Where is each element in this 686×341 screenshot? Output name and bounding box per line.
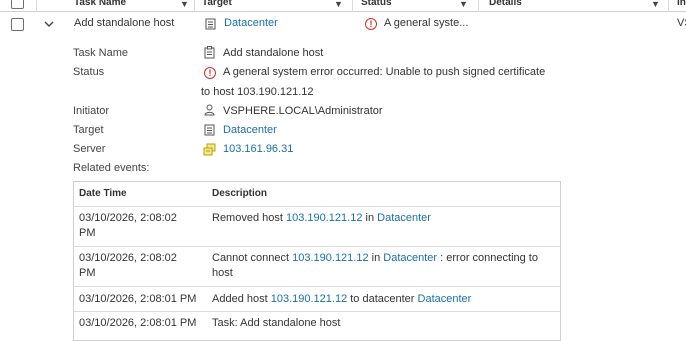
event-date: 03/10/2026, 2:08:01 PM xyxy=(79,317,197,329)
detail-label-initiator: Initiator xyxy=(73,105,110,117)
column-header-status[interactable]: Status xyxy=(361,0,392,8)
row-task-name: Add standalone host xyxy=(74,17,175,29)
column-separator xyxy=(668,0,669,12)
event-date: 03/10/2026, 2:08:02 PM xyxy=(79,212,177,239)
chevron-down-icon[interactable] xyxy=(44,21,54,28)
row-target-link[interactable]: Datacenter xyxy=(224,17,278,29)
detail-label-server: Server xyxy=(73,143,106,155)
event-datacenter-link[interactable]: Datacenter xyxy=(418,293,472,305)
event-description: Added host 103.190.121.12 to datacenter … xyxy=(212,293,472,305)
task-row[interactable]: Add standalone host Datacenter ! A gener… xyxy=(0,13,686,37)
column-separator xyxy=(352,0,353,12)
datacenter-icon xyxy=(204,124,215,136)
detail-target-link[interactable]: Datacenter xyxy=(223,124,277,136)
events-header-date[interactable]: Date Time xyxy=(79,188,127,199)
task-icon xyxy=(204,46,215,59)
detail-server-link[interactable]: 103.161.96.31 xyxy=(223,143,293,155)
detail-value-status-line2: to host 103.190.121.12 xyxy=(201,86,314,98)
detail-label-status: Status xyxy=(73,66,105,78)
column-separator xyxy=(194,0,195,12)
event-datacenter-link[interactable]: Datacenter xyxy=(383,252,437,264)
filter-icon[interactable]: ▼ xyxy=(459,0,468,9)
event-description: Task: Add standalone host xyxy=(212,317,341,329)
row-checkbox[interactable] xyxy=(11,18,24,31)
detail-value-task-name: Add standalone host xyxy=(223,47,324,59)
event-description: Removed host 103.190.121.12 in Datacente… xyxy=(212,212,431,224)
event-date: 03/10/2026, 2:08:02 PM xyxy=(79,252,177,279)
task-list-header: Task Name ▼ Target ▼ Status ▼ Details ▼ … xyxy=(0,0,686,12)
event-description: Cannot connect 103.190.121.12 in Datacen… xyxy=(212,252,538,279)
events-table-header: Date Time Description xyxy=(74,182,560,206)
event-date: 03/10/2026, 2:08:01 PM xyxy=(79,293,197,305)
row-status: A general syste... xyxy=(384,17,469,29)
row-initiator: VS xyxy=(677,17,686,29)
column-header-details[interactable]: Details xyxy=(489,0,522,8)
server-icon xyxy=(203,143,216,156)
event-row: 03/10/2026, 2:08:02 PM Removed host 103.… xyxy=(74,206,560,246)
filter-icon[interactable]: ▼ xyxy=(651,0,660,9)
column-separator xyxy=(478,0,479,12)
event-datacenter-link[interactable]: Datacenter xyxy=(377,212,431,224)
detail-label-target: Target xyxy=(73,124,104,136)
event-host-link[interactable]: 103.190.121.12 xyxy=(271,293,347,305)
filter-icon[interactable]: ▼ xyxy=(180,0,189,9)
detail-label-task-name: Task Name xyxy=(73,47,129,59)
detail-value-status-line1: A general system error occurred: Unable … xyxy=(223,66,546,78)
column-header-target[interactable]: Target xyxy=(202,0,232,8)
column-separator xyxy=(36,0,37,12)
event-host-link[interactable]: 103.190.121.12 xyxy=(292,252,368,264)
event-row: 03/10/2026, 2:08:02 PM Cannot connect 10… xyxy=(74,246,560,286)
event-host-link[interactable]: 103.190.121.12 xyxy=(286,212,362,224)
user-icon xyxy=(204,104,215,116)
error-icon: ! xyxy=(365,18,377,30)
related-events-label: Related events: xyxy=(73,162,150,174)
column-header-task-name[interactable]: Task Name xyxy=(74,0,126,8)
related-events-table: Date Time Description 03/10/2026, 2:08:0… xyxy=(73,181,561,341)
filter-icon[interactable]: ▼ xyxy=(334,0,343,9)
error-icon: ! xyxy=(204,67,216,79)
event-row: 03/10/2026, 2:08:01 PM Task: Add standal… xyxy=(74,311,560,341)
select-all-checkbox[interactable] xyxy=(11,0,24,9)
events-header-description[interactable]: Description xyxy=(212,188,267,199)
event-row: 03/10/2026, 2:08:01 PM Added host 103.19… xyxy=(74,286,560,311)
column-header-initiator[interactable]: Ini xyxy=(677,0,686,8)
detail-value-initiator: VSPHERE.LOCAL\Administrator xyxy=(223,105,383,117)
datacenter-icon xyxy=(205,18,216,30)
